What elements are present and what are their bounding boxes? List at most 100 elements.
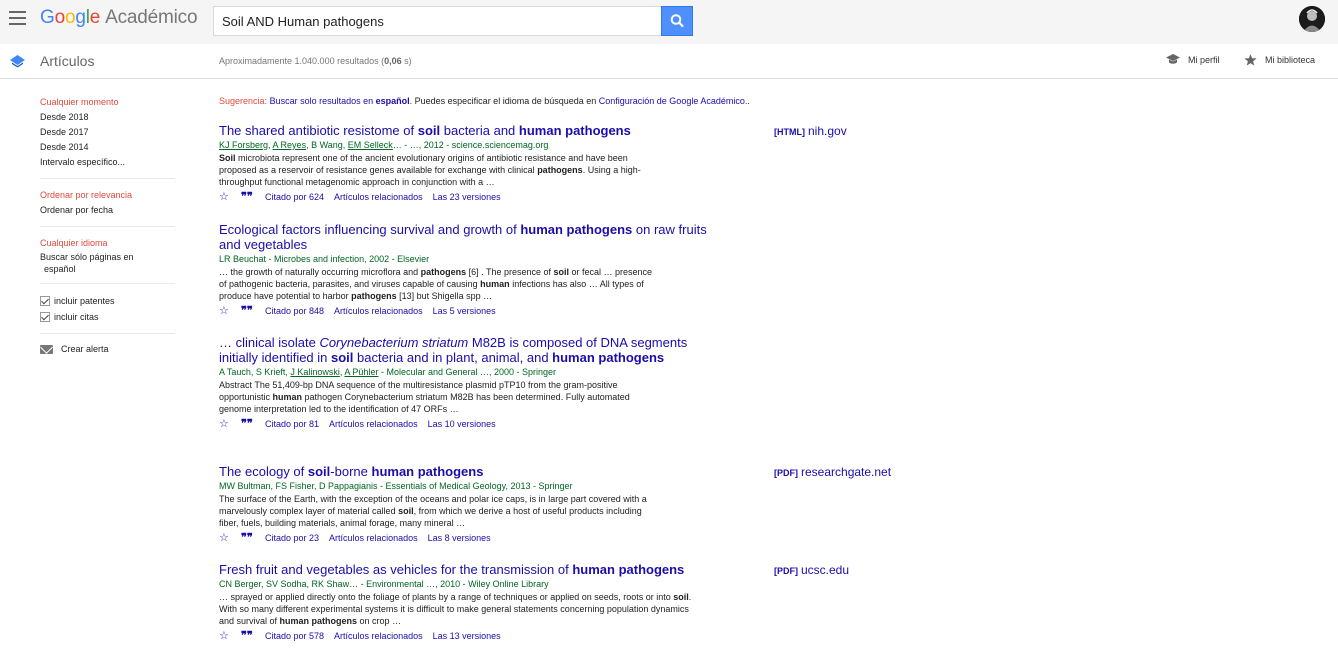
my-profile-link[interactable]: Mi perfil — [1166, 54, 1220, 65]
result-title-part: bacteria and in plant, animal, and — [353, 350, 553, 365]
my-profile-label: Mi perfil — [1188, 54, 1220, 65]
cited-by-link[interactable]: Citado por 848 — [265, 305, 324, 317]
result-authors: LR Beuchat - Microbes and infection, 200… — [219, 253, 709, 265]
language-spanish-only[interactable]: Buscar sólo páginas en español — [40, 251, 175, 275]
result-title-link[interactable]: Ecological factors influencing survival … — [219, 222, 709, 252]
logo-letter: o — [54, 7, 66, 28]
include-patents-label: incluir patentes — [54, 296, 115, 306]
result-title-link[interactable]: … clinical isolate Corynebacterium stria… — [219, 335, 709, 365]
result-actions: ☆ ❞❞ Citado por 23 Artículos relacionado… — [219, 532, 709, 544]
result-title-part: human pathogens — [552, 350, 665, 365]
author-link[interactable]: A Reyes — [273, 140, 307, 150]
time-filter-2017[interactable]: Desde 2017 — [40, 125, 175, 140]
result-title-part: Ecological factors influencing survival … — [219, 222, 521, 237]
result-title-part: Fresh fruit and vegetables as vehicles f… — [219, 562, 573, 577]
versions-link[interactable]: Las 8 versiones — [428, 532, 491, 544]
time-filter-group: Cualquier momento Desde 2018 Desde 2017 … — [40, 95, 175, 179]
full-text-format: [HTML] — [774, 127, 805, 137]
full-text-link[interactable]: [PDF] researchgate.net — [774, 465, 891, 479]
related-articles-link[interactable]: Artículos relacionados — [334, 305, 423, 317]
logo-letter: G — [40, 7, 55, 28]
spanish-only-link[interactable]: Buscar solo resultados en español — [270, 96, 410, 106]
versions-link[interactable]: Las 13 versiones — [433, 630, 501, 642]
snippet-part: pathogens — [420, 267, 467, 277]
result-title-link[interactable]: Fresh fruit and vegetables as vehicles f… — [219, 562, 709, 577]
cited-by-link[interactable]: Citado por 624 — [265, 191, 324, 203]
result-title-part: human pathogens — [520, 222, 633, 237]
related-articles-link[interactable]: Artículos relacionados — [329, 532, 418, 544]
snippet-part: soil — [553, 267, 570, 277]
result-authors: MW Bultman, FS Fisher, D Pappagianis - E… — [219, 480, 709, 492]
graduation-cap-icon — [1166, 54, 1180, 64]
cite-quote-icon[interactable]: ❞❞ — [241, 532, 265, 544]
cite-quote-icon[interactable]: ❞❞ — [241, 630, 265, 642]
time-filter-2018[interactable]: Desde 2018 — [40, 110, 175, 125]
create-alert-link[interactable]: Crear alerta — [40, 344, 175, 354]
related-articles-link[interactable]: Artículos relacionados — [334, 630, 423, 642]
author-link[interactable]: J Kalinowski — [290, 367, 340, 377]
top-bar: Google Académico — [0, 0, 1338, 44]
cited-by-link[interactable]: Citado por 578 — [265, 630, 324, 642]
full-text-domain: ucsc.edu — [801, 563, 850, 577]
result-actions: ☆ ❞❞ Citado por 624 Artículos relacionad… — [219, 191, 709, 203]
author-link[interactable]: A Pühler — [344, 367, 378, 377]
save-star-icon[interactable]: ☆ — [219, 418, 241, 430]
search-button[interactable] — [661, 6, 693, 36]
articles-icon — [10, 55, 25, 68]
cite-quote-icon[interactable]: ❞❞ — [241, 305, 265, 317]
scholar-settings-link[interactable]: Configuración de Google Académico — [599, 96, 745, 106]
search-input[interactable] — [214, 7, 661, 35]
save-star-icon[interactable]: ☆ — [219, 532, 241, 544]
avatar[interactable] — [1299, 6, 1325, 32]
versions-link[interactable]: Las 10 versiones — [428, 418, 496, 430]
author-link[interactable]: EM Selleck — [348, 140, 393, 150]
time-filter-custom-range[interactable]: Intervalo específico... — [40, 155, 175, 170]
result-title-link[interactable]: The ecology of soil-borne human pathogen… — [219, 464, 709, 479]
snippet-part: … sprayed or applied directly onto the f… — [219, 592, 674, 602]
include-citations-label: incluir citas — [54, 312, 99, 322]
include-citations-option[interactable]: incluir citas — [40, 309, 175, 325]
cited-by-link[interactable]: Citado por 23 — [265, 532, 319, 544]
google-scholar-logo[interactable]: Google Académico — [40, 7, 198, 29]
full-text-link[interactable]: [PDF] ucsc.edu — [774, 563, 849, 577]
cited-by-link[interactable]: Citado por 81 — [265, 418, 319, 430]
author-text: CN Berger, SV Sodha, RK Shaw… - Environm… — [219, 579, 549, 589]
save-star-icon[interactable]: ☆ — [219, 305, 241, 317]
time-filter-any[interactable]: Cualquier momento — [40, 95, 175, 110]
result-authors: CN Berger, SV Sodha, RK Shaw… - Environm… — [219, 578, 709, 590]
related-articles-link[interactable]: Artículos relacionados — [329, 418, 418, 430]
snippet-part: [13] but Shigella spp … — [396, 291, 493, 301]
snippet-part: on crop … — [357, 616, 402, 626]
result-snippet: … sprayed or applied directly onto the f… — [219, 591, 699, 627]
hamburger-menu-icon[interactable] — [9, 11, 26, 25]
related-articles-link[interactable]: Artículos relacionados — [334, 191, 423, 203]
author-link[interactable]: KJ Forsberg — [219, 140, 268, 150]
cite-quote-icon[interactable]: ❞❞ — [241, 191, 265, 203]
include-patents-option[interactable]: incluir patentes — [40, 293, 175, 309]
save-star-icon[interactable]: ☆ — [219, 630, 241, 642]
result-title-part: bacteria and — [440, 123, 519, 138]
sort-by-relevance[interactable]: Ordenar por relevancia — [40, 188, 175, 203]
page-title: Artículos — [40, 53, 95, 69]
cite-quote-icon[interactable]: ❞❞ — [241, 418, 265, 430]
sort-by-date[interactable]: Ordenar por fecha — [40, 203, 175, 218]
result-actions: ☆ ❞❞ Citado por 848 Artículos relacionad… — [219, 305, 709, 317]
time-filter-2014[interactable]: Desde 2014 — [40, 140, 175, 155]
result-actions: ☆ ❞❞ Citado por 578 Artículos relacionad… — [219, 630, 709, 642]
search-box — [213, 6, 661, 36]
author-text: - Molecular and General …, 2000 - Spring… — [378, 367, 557, 377]
include-patents-checkbox[interactable] — [40, 296, 50, 306]
results-count: Aproximadamente 1.040.000 resultados (0,… — [219, 56, 412, 66]
versions-link[interactable]: Las 23 versiones — [433, 191, 501, 203]
save-star-icon[interactable]: ☆ — [219, 191, 241, 203]
language-any[interactable]: Cualquier idioma — [40, 236, 175, 251]
full-text-link[interactable]: [HTML] nih.gov — [774, 124, 847, 138]
versions-link[interactable]: Las 5 versiones — [433, 305, 496, 317]
suggestion-label: Sugerencia: — [219, 96, 268, 106]
snippet-part: pathogens — [537, 165, 583, 175]
result-title-link[interactable]: The shared antibiotic resistome of soil … — [219, 123, 709, 138]
include-citations-checkbox[interactable] — [40, 312, 50, 322]
envelope-icon — [40, 344, 53, 354]
my-library-link[interactable]: Mi biblioteca — [1244, 54, 1315, 66]
search-result: The ecology of soil-borne human pathogen… — [219, 464, 709, 544]
